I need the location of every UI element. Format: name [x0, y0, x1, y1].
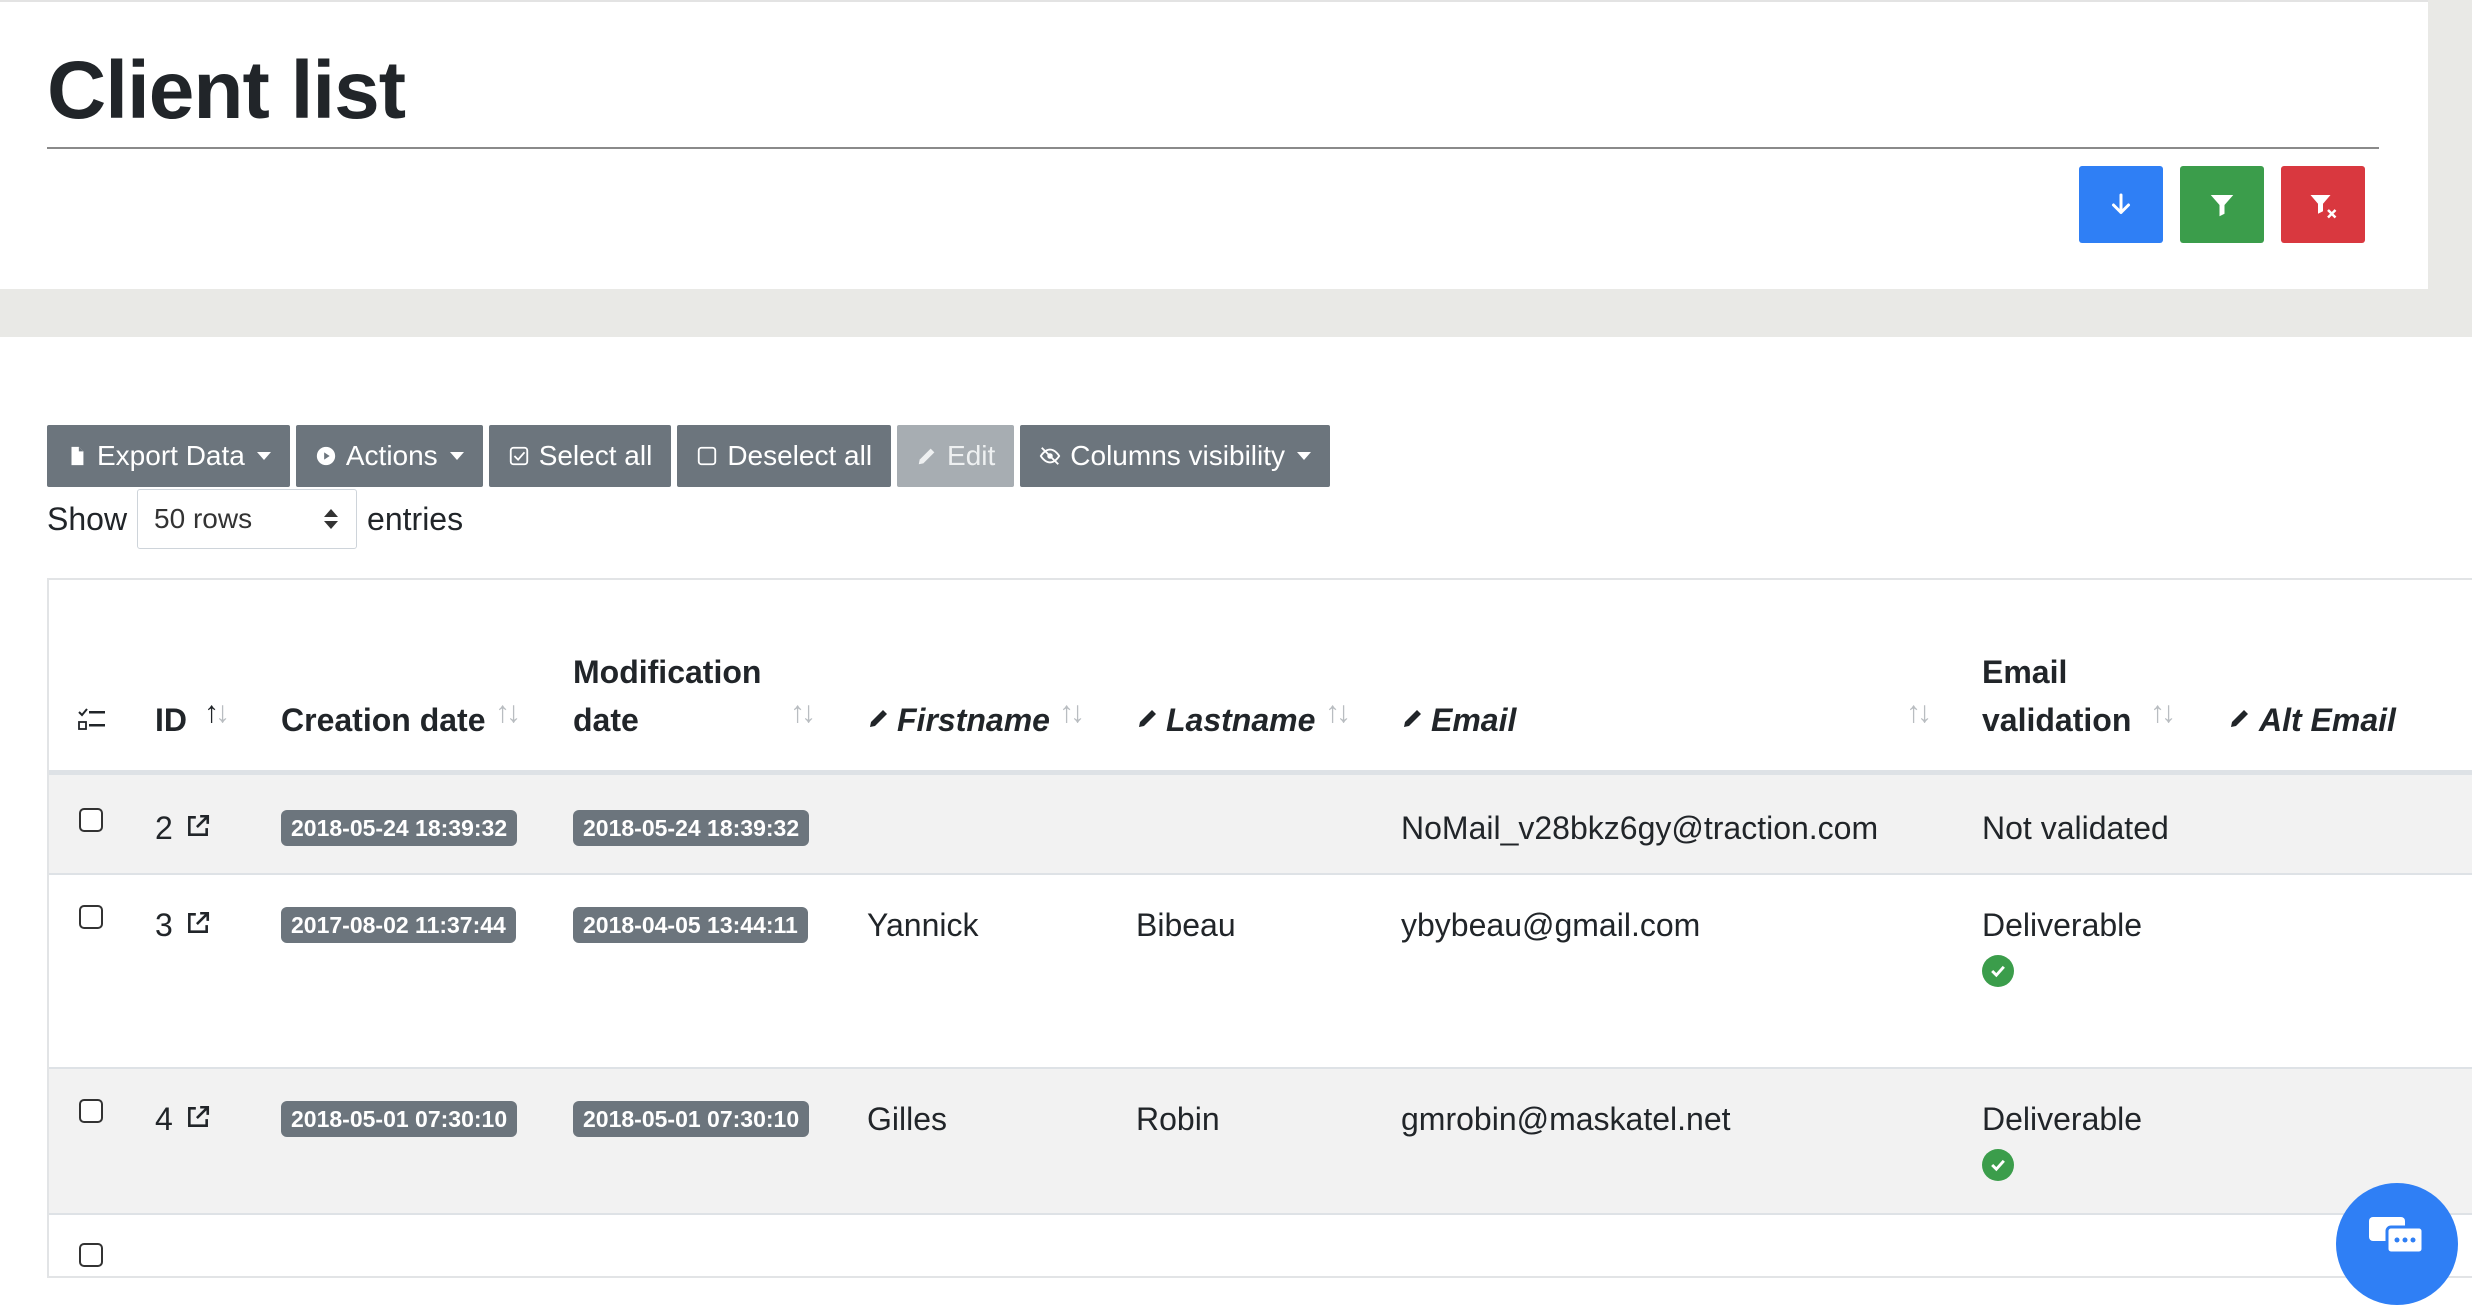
modification-date-badge: 2018-05-24 18:39:32	[573, 810, 810, 846]
column-header-validation-line1: Email	[1982, 654, 2068, 690]
export-data-label: Export Data	[97, 440, 245, 471]
row-firstname: Yannick	[867, 907, 979, 943]
table-row[interactable]: 3 2017-08-02 11:37:44 2018-04-05 13:44:1…	[49, 875, 2472, 1069]
column-header-creation-date[interactable]: Creation date	[281, 696, 485, 744]
pencil-icon	[870, 710, 887, 727]
column-header-email-validation[interactable]: Email validation	[1982, 648, 2131, 744]
external-link-icon[interactable]	[185, 910, 211, 936]
row-checkbox[interactable]	[79, 808, 103, 832]
check-circle-icon	[1982, 955, 2014, 987]
row-id: 3	[155, 907, 173, 943]
checkbox-checked-icon	[509, 446, 528, 466]
column-header-id[interactable]: ID	[155, 696, 187, 744]
select-all-label: Select all	[538, 440, 653, 471]
column-header-firstname[interactable]: Firstname	[897, 696, 1050, 744]
select-arrows-icon	[324, 509, 339, 529]
filter-clear-icon	[2310, 194, 2337, 218]
column-header-email[interactable]: Email	[1431, 696, 1516, 744]
columns-visibility-button[interactable]: Columns visibility	[1020, 425, 1331, 487]
sort-icon[interactable]: ↑↓	[495, 696, 521, 730]
page-header: Client list	[0, 0, 2428, 289]
checkbox-empty-icon	[698, 446, 717, 466]
file-icon	[71, 446, 84, 466]
clear-filter-button[interactable]	[2281, 166, 2365, 243]
sort-asc-icon[interactable]: ↑↓	[204, 696, 230, 730]
table-row[interactable]: 4 2018-05-01 07:30:10 2018-05-01 07:30:1…	[49, 1069, 2472, 1215]
row-lastname: Bibeau	[1136, 907, 1236, 943]
chat-icon	[2369, 1217, 2425, 1255]
page-separator-band	[0, 289, 2472, 337]
chat-widget-button[interactable]	[2336, 1183, 2458, 1305]
row-checkbox[interactable]	[79, 905, 103, 929]
row-email-validation: Deliverable	[1982, 1101, 2143, 1137]
pencil-icon	[1404, 710, 1421, 727]
row-checkbox[interactable]	[79, 1243, 103, 1267]
table-header: ID ↑↓ Creation date ↑↓ Modification date…	[49, 580, 2472, 775]
table-row[interactable]: 2 2018-05-24 18:39:32 2018-05-24 18:39:3…	[49, 775, 2472, 875]
edit-button[interactable]: Edit	[897, 425, 1015, 487]
pencil-icon	[1139, 710, 1156, 727]
page-title: Client list	[47, 45, 406, 136]
table-toolbar: Export Data Actions Select all Deselect …	[47, 425, 1331, 487]
pencil-icon	[2231, 710, 2248, 727]
column-header-alt-email[interactable]: Alt Email	[2259, 696, 2396, 744]
filter-button[interactable]	[2180, 166, 2264, 243]
creation-date-badge: 2018-05-24 18:39:32	[281, 810, 518, 846]
deselect-all-button[interactable]: Deselect all	[677, 425, 892, 487]
modification-date-badge: 2018-05-01 07:30:10	[573, 1101, 810, 1137]
eye-slash-icon	[1040, 447, 1061, 465]
column-header-modification-line2: date	[573, 702, 639, 738]
export-data-button[interactable]: Export Data	[47, 425, 290, 487]
rows-per-page-select[interactable]: 50 rows	[137, 489, 358, 549]
download-button[interactable]	[2079, 166, 2163, 243]
page-length-control: Show 50 rows entries	[47, 488, 463, 550]
chevron-down-icon	[256, 452, 271, 460]
sort-icon[interactable]: ↑↓	[790, 696, 816, 730]
arrow-down-icon	[2112, 193, 2130, 214]
show-label: Show	[47, 500, 128, 537]
row-id: 4	[155, 1101, 173, 1137]
filter-icon	[2210, 194, 2234, 216]
check-circle-icon	[1982, 1149, 2014, 1181]
modification-date-badge: 2018-04-05 13:44:11	[573, 907, 808, 943]
column-header-lastname[interactable]: Lastname	[1166, 696, 1315, 744]
sort-icon[interactable]: ↑↓	[2150, 696, 2176, 730]
chevron-down-icon	[449, 452, 464, 460]
row-email: gmrobin@maskatel.net	[1401, 1101, 1731, 1137]
rows-per-page-value: 50 rows	[154, 503, 253, 534]
row-email: NoMail_v28bkz6gy@traction.com	[1401, 810, 1879, 846]
row-lastname: Robin	[1136, 1101, 1220, 1137]
select-all-button[interactable]: Select all	[488, 425, 672, 487]
column-header-modification-line1: Modification	[573, 654, 762, 690]
chevron-down-icon	[1297, 452, 1312, 460]
edit-label: Edit	[947, 440, 996, 471]
row-email-validation: Deliverable	[1982, 907, 2143, 943]
columns-visibility-label: Columns visibility	[1070, 440, 1286, 471]
actions-button[interactable]: Actions	[295, 425, 483, 487]
sort-icon[interactable]: ↑↓	[1906, 696, 1932, 730]
row-firstname: Gilles	[867, 1101, 948, 1137]
sort-icon[interactable]: ↑↓	[1325, 696, 1351, 730]
actions-label: Actions	[345, 440, 438, 471]
pencil-icon	[918, 448, 935, 465]
deselect-all-label: Deselect all	[727, 440, 873, 471]
row-email-validation: Not validated	[1982, 810, 2169, 846]
row-id: 2	[155, 810, 173, 846]
entries-label: entries	[367, 500, 464, 537]
table-row[interactable]	[49, 1215, 2472, 1276]
column-header-validation-line2: validation	[1982, 702, 2132, 738]
row-checkbox[interactable]	[79, 1099, 103, 1123]
sort-icon[interactable]: ↑↓	[1059, 696, 1085, 730]
external-link-icon[interactable]	[185, 1104, 211, 1130]
external-link-icon[interactable]	[185, 813, 211, 839]
client-table: ID ↑↓ Creation date ↑↓ Modification date…	[47, 578, 2472, 1278]
row-email: ybybeau@gmail.com	[1401, 907, 1701, 943]
select-column-icon[interactable]	[77, 706, 107, 732]
page-background-strip	[2428, 0, 2472, 337]
play-circle-icon	[316, 446, 336, 466]
creation-date-badge: 2018-05-01 07:30:10	[281, 1101, 518, 1137]
column-header-modification-date[interactable]: Modification date	[573, 648, 761, 744]
title-divider	[47, 147, 2379, 149]
creation-date-badge: 2017-08-02 11:37:44	[281, 907, 516, 943]
